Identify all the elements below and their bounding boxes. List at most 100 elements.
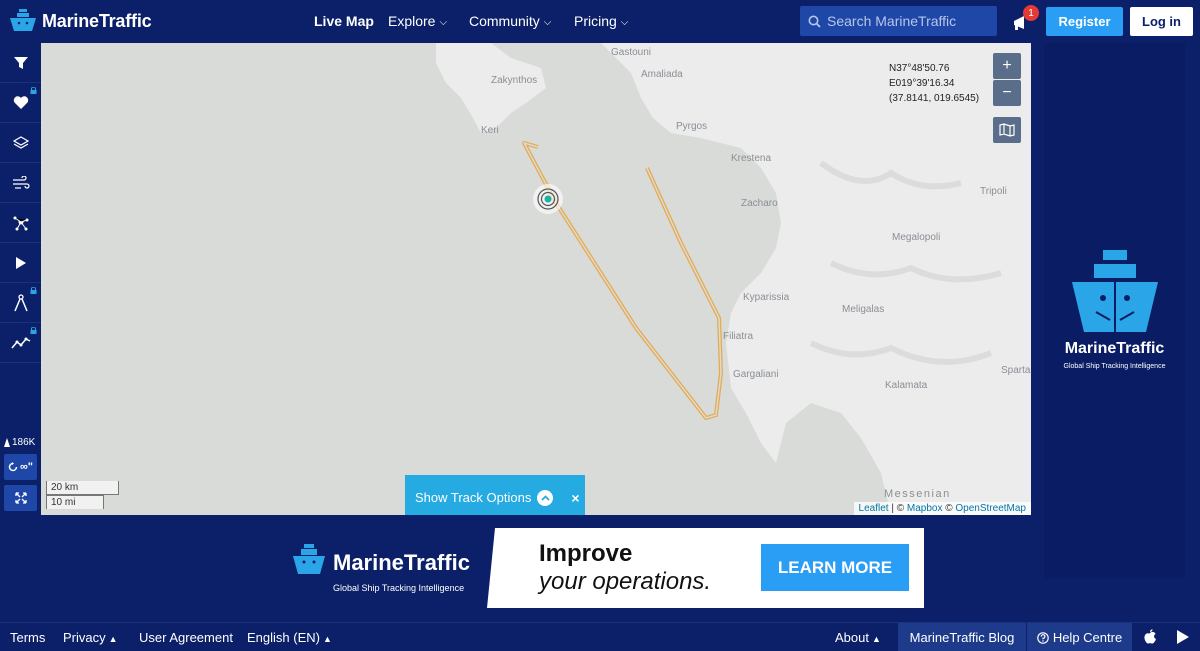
footer-about[interactable]: About ▲: [835, 630, 881, 645]
google-play-icon[interactable]: [1176, 629, 1190, 645]
ad-tagline: Global Ship Tracking Intelligence: [1063, 363, 1166, 370]
ship-logo-icon: [1072, 250, 1158, 332]
place-meligalas: Meligalas: [842, 304, 885, 315]
vessel-marker: [533, 184, 563, 214]
analytics-button[interactable]: [0, 323, 41, 363]
refresh-icon: [8, 462, 18, 472]
live-map[interactable]: Gastouni Zakynthos Amaliada Keri Pyrgos …: [41, 43, 1031, 515]
mapbox-link[interactable]: Mapbox: [907, 503, 943, 514]
attribution-sep1: | ©: [888, 503, 907, 514]
track-options-panel[interactable]: Show Track Options ×: [405, 475, 585, 515]
chevron-up-icon: ▲: [108, 634, 118, 644]
lock-icon: [30, 87, 37, 94]
bottom-advertisement[interactable]: MarineTraffic Global Ship Tracking Intel…: [277, 528, 924, 608]
footer-help-label: Help Centre: [1052, 630, 1123, 645]
chevron-down-icon: ⌵: [439, 17, 448, 28]
refresh-timer-button[interactable]: ∞": [4, 454, 37, 480]
playback-button[interactable]: [0, 243, 41, 283]
chart-line-icon: [10, 337, 30, 348]
zoom-in-button[interactable]: +: [993, 53, 1021, 79]
compass-icon: [13, 293, 28, 311]
nav-explore[interactable]: Explore ⌵: [388, 13, 447, 29]
nav-community-label: Community: [469, 13, 540, 29]
place-keri: Keri: [481, 125, 499, 136]
notifications-button[interactable]: 1: [1011, 5, 1039, 34]
osm-link[interactable]: OpenStreetMap: [955, 503, 1026, 514]
measure-button[interactable]: [0, 283, 41, 323]
play-icon: [15, 256, 26, 269]
nav-pricing[interactable]: Pricing ⌵: [574, 13, 628, 29]
footer-terms[interactable]: Terms: [10, 630, 45, 645]
expand-icon: [14, 492, 27, 504]
place-kalamata: Kalamata: [885, 380, 928, 391]
footer: Terms Privacy ▲ User Agreement English (E…: [0, 622, 1200, 651]
leaflet-link[interactable]: Leaflet: [859, 503, 889, 514]
chevron-up-icon[interactable]: [537, 489, 554, 506]
weather-button[interactable]: [0, 163, 41, 203]
vessel-track: [522, 141, 723, 420]
place-pyrgos: Pyrgos: [676, 121, 708, 132]
scale-mi: 10 mi: [46, 495, 104, 509]
question-icon: [1037, 631, 1049, 644]
nav-pricing-label: Pricing: [574, 13, 617, 29]
map-icon: [999, 123, 1015, 137]
track-options-label[interactable]: Show Track Options: [415, 490, 531, 505]
apple-icon[interactable]: [1143, 629, 1157, 645]
place-filiatra: Filiatra: [723, 331, 754, 342]
logo[interactable]: MarineTraffic: [8, 8, 152, 34]
learn-more-button[interactable]: LEARN MORE: [761, 544, 909, 591]
footer-language[interactable]: English (EN) ▲: [247, 630, 332, 645]
footer-language-label: English (EN): [247, 630, 320, 645]
vessel-count-value: 186K: [12, 437, 36, 448]
search-box[interactable]: [800, 6, 997, 36]
timer-label: ∞": [19, 461, 34, 473]
ship-logo-icon: [10, 9, 36, 31]
zoom-out-button[interactable]: −: [993, 80, 1021, 106]
search-icon: [808, 15, 821, 28]
search-input[interactable]: [827, 13, 987, 29]
footer-privacy-label: Privacy: [63, 630, 106, 645]
map-scale: 20 km 10 mi: [46, 481, 119, 509]
filter-icon: [13, 56, 28, 69]
favorites-button[interactable]: [0, 83, 41, 123]
close-icon[interactable]: ×: [571, 490, 579, 506]
nav-live-map[interactable]: Live Map: [314, 13, 374, 29]
fullscreen-button[interactable]: [4, 485, 37, 511]
chevron-up-icon: ▲: [322, 634, 332, 644]
layers-button[interactable]: [0, 123, 41, 163]
map-style-button[interactable]: [993, 117, 1021, 143]
nav-explore-label: Explore: [388, 13, 436, 29]
footer-privacy[interactable]: Privacy ▲: [63, 630, 118, 645]
banner-subheadline: your operations.: [539, 568, 712, 595]
register-button[interactable]: Register: [1046, 7, 1123, 36]
banner-brand: MarineTraffic: [333, 550, 470, 575]
top-navbar: MarineTraffic Live Map Explore ⌵ Communit…: [0, 0, 1200, 43]
footer-user-agreement[interactable]: User Agreement: [139, 630, 233, 645]
login-button[interactable]: Log in: [1130, 7, 1193, 36]
nav-community[interactable]: Community ⌵: [469, 13, 551, 29]
coord-lat: N37°48'50.76: [889, 63, 950, 74]
ad-brand: MarineTraffic: [1064, 340, 1165, 357]
cursor-coordinates: N37°48'50.76 E019°39'16.34 (37.8141, 019…: [889, 61, 979, 106]
footer-help[interactable]: Help Centre: [1026, 623, 1132, 651]
scale-km: 20 km: [46, 481, 119, 495]
ship-logo-icon: [293, 544, 325, 574]
wind-icon: [12, 175, 30, 189]
routes-button[interactable]: [0, 203, 41, 243]
place-kyparissia: Kyparissia: [743, 292, 790, 303]
filter-button[interactable]: [0, 43, 41, 83]
footer-blog[interactable]: MarineTraffic Blog: [898, 623, 1026, 651]
lock-icon: [30, 287, 37, 294]
logo-text: MarineTraffic: [42, 10, 152, 31]
banner-headline: Improve: [539, 540, 633, 567]
place-messenian: Messenian: [884, 488, 951, 500]
map-attribution: Leaflet | © Mapbox © OpenStreetMap: [853, 502, 1031, 515]
map-base: [436, 43, 1031, 515]
place-krestena: Krestena: [731, 153, 772, 164]
heart-icon: [13, 96, 28, 109]
footer-about-label: About: [835, 630, 869, 645]
map-toolbar: 186K ∞": [0, 43, 41, 516]
place-sparta: Sparta: [1001, 365, 1031, 376]
side-advertisement[interactable]: MarineTraffic Global Ship Tracking Intel…: [1044, 43, 1185, 578]
notification-badge: 1: [1023, 5, 1039, 21]
